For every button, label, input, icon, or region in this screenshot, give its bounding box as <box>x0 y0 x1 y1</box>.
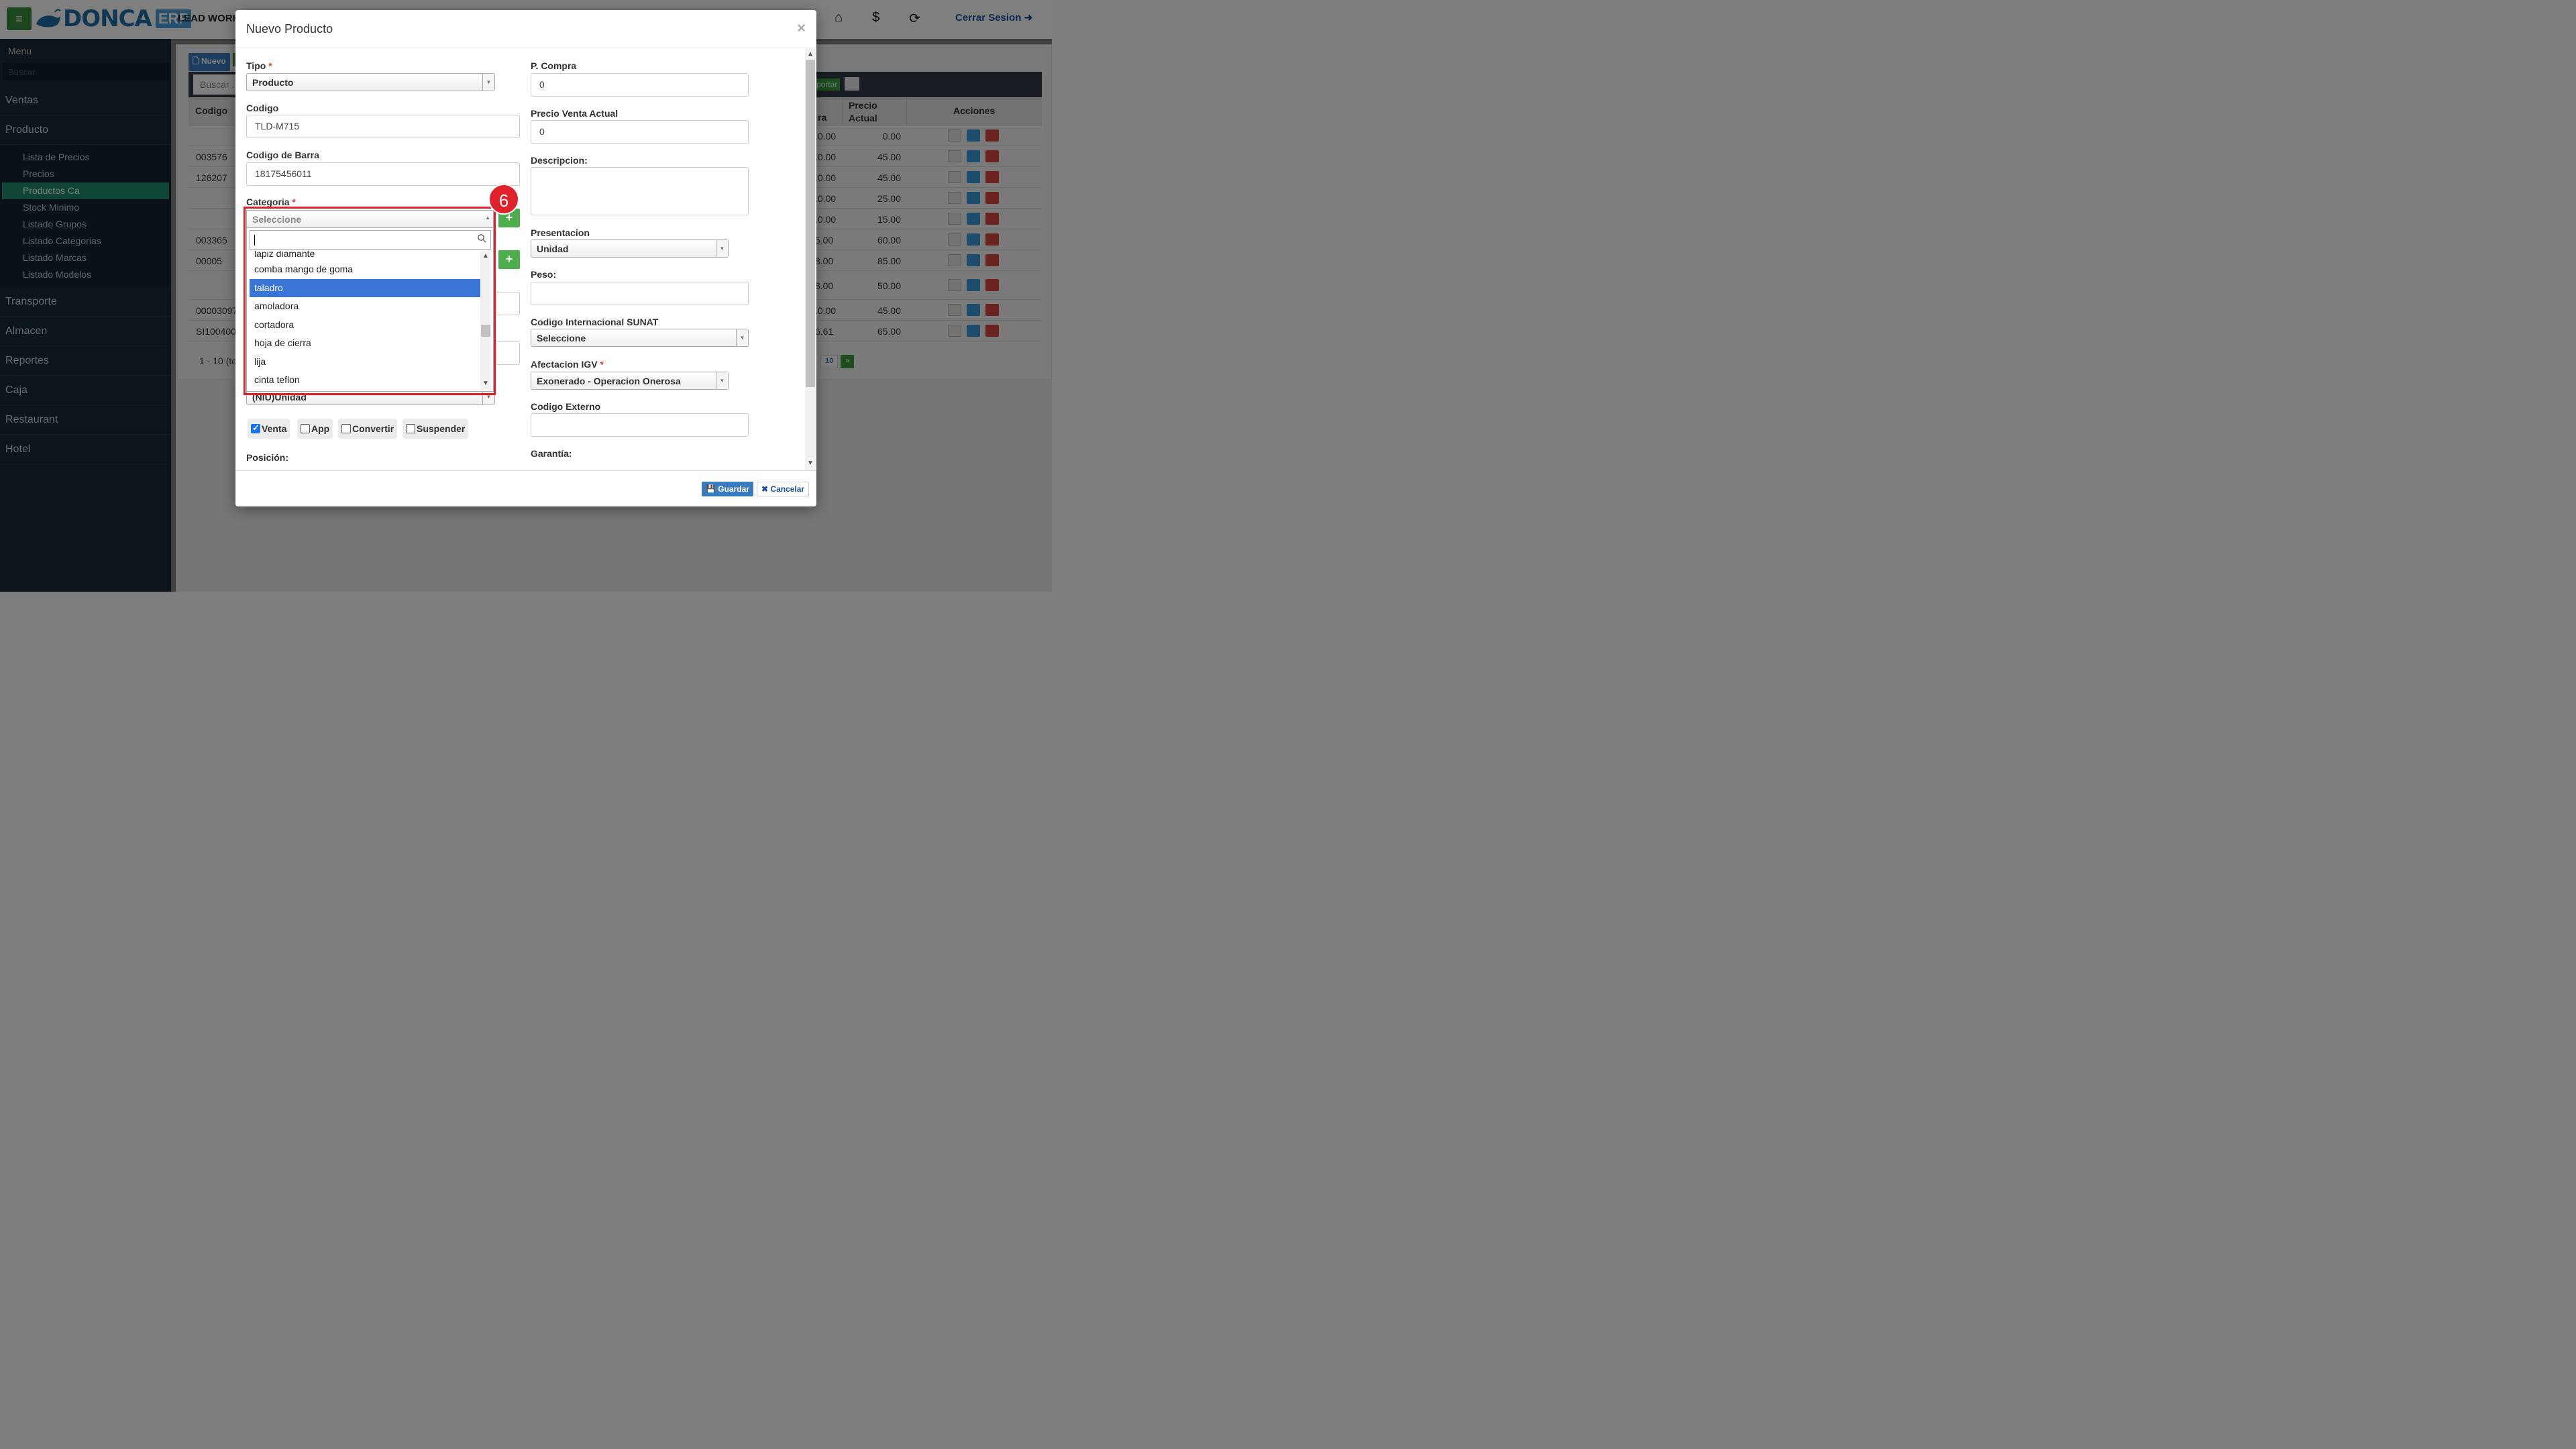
save-label: Guardar <box>718 484 749 494</box>
tipo-label-text: Tipo <box>246 60 266 71</box>
checkbox-checked-icon <box>251 423 260 433</box>
modal-scrollbar[interactable]: ▲ ▼ <box>805 49 816 470</box>
igv-value: Exonerado - Operacion Onerosa <box>537 376 681 386</box>
modal-footer: 💾 Guardar ✖ Cancelar <box>235 470 816 506</box>
presentacion-value: Unidad <box>537 244 569 254</box>
igv-label: Afectacion IGV * <box>531 359 604 370</box>
annotation-highlight-box <box>244 207 496 395</box>
chevron-down-icon: ▼ <box>716 372 728 389</box>
descripcion-label: Descripcion: <box>531 155 588 166</box>
add-marca-button[interactable]: + <box>498 250 520 269</box>
close-icon: ✖ <box>761 484 769 494</box>
hidden-field-edge[interactable] <box>496 292 520 315</box>
scroll-down-icon[interactable]: ▼ <box>807 460 814 467</box>
tipo-value: Producto <box>252 77 294 88</box>
checkbox-icon <box>406 424 415 433</box>
p-compra-input[interactable]: 0 <box>531 73 749 97</box>
peso-label: Peso: <box>531 269 557 280</box>
presentacion-label: Presentacion <box>531 227 590 238</box>
chevron-down-icon: ▼ <box>716 240 728 257</box>
cancel-label: Cancelar <box>770 484 805 494</box>
peso-input[interactable] <box>531 282 749 305</box>
modal-header: Nuevo Producto × <box>235 10 816 48</box>
save-button[interactable]: 💾 Guardar <box>702 482 753 496</box>
garantia-label: Garantía: <box>531 448 572 459</box>
checkbox-icon <box>301 424 310 433</box>
igv-select[interactable]: Exonerado - Operacion Onerosa ▼ <box>531 372 729 390</box>
codigo-barra-input[interactable]: 18175456011 <box>246 162 520 186</box>
venta-checkbox[interactable]: Venta <box>248 419 290 439</box>
scrollbar-thumb[interactable] <box>806 60 815 387</box>
venta-label: Venta <box>262 423 287 434</box>
suspender-checkbox[interactable]: Suspender <box>402 419 469 439</box>
categoria-label-text: Categoria <box>246 197 290 207</box>
chevron-down-icon: ▼ <box>736 329 748 346</box>
convertir-checkbox[interactable]: Convertir <box>338 419 398 439</box>
codigo-externo-label: Codigo Externo <box>531 401 601 412</box>
codigo-barra-label: Codigo de Barra <box>246 150 319 160</box>
floppy-icon: 💾 <box>706 484 716 494</box>
tipo-select[interactable]: Producto ▼ <box>246 73 495 91</box>
cancel-button[interactable]: ✖ Cancelar <box>757 482 810 496</box>
app-label: App <box>311 423 330 434</box>
posicion-label: Posición: <box>246 452 289 463</box>
codigo-input[interactable]: TLD-M715 <box>246 115 520 138</box>
codigo-label: Codigo <box>246 103 279 113</box>
precio-venta-label: Precio Venta Actual <box>531 108 619 119</box>
descripcion-textarea[interactable] <box>531 167 749 215</box>
step-badge: 6 <box>488 184 519 215</box>
modal-title: Nuevo Producto <box>246 22 333 36</box>
codigo-externo-input[interactable] <box>531 413 749 437</box>
presentacion-select[interactable]: Unidad ▼ <box>531 239 729 258</box>
checkbox-icon <box>341 424 351 433</box>
tipo-label: Tipo * <box>246 60 272 71</box>
igv-label-text: Afectacion IGV <box>531 359 598 370</box>
suspender-label: Suspender <box>417 423 466 434</box>
sunat-label: Codigo Internacional SUNAT <box>531 317 659 327</box>
p-compra-label: P. Compra <box>531 60 577 71</box>
scroll-up-icon[interactable]: ▲ <box>807 50 814 58</box>
close-icon[interactable]: × <box>797 19 806 37</box>
convertir-label: Convertir <box>352 423 394 434</box>
chevron-down-icon: ▼ <box>482 74 494 91</box>
sunat-select[interactable]: Seleccione ▼ <box>531 329 749 347</box>
categoria-label: Categoria * <box>246 197 296 207</box>
sunat-value: Seleccione <box>537 333 586 343</box>
app-checkbox[interactable]: App <box>297 419 333 439</box>
hidden-field-edge[interactable] <box>496 341 520 365</box>
precio-venta-input[interactable]: 0 <box>531 120 749 144</box>
